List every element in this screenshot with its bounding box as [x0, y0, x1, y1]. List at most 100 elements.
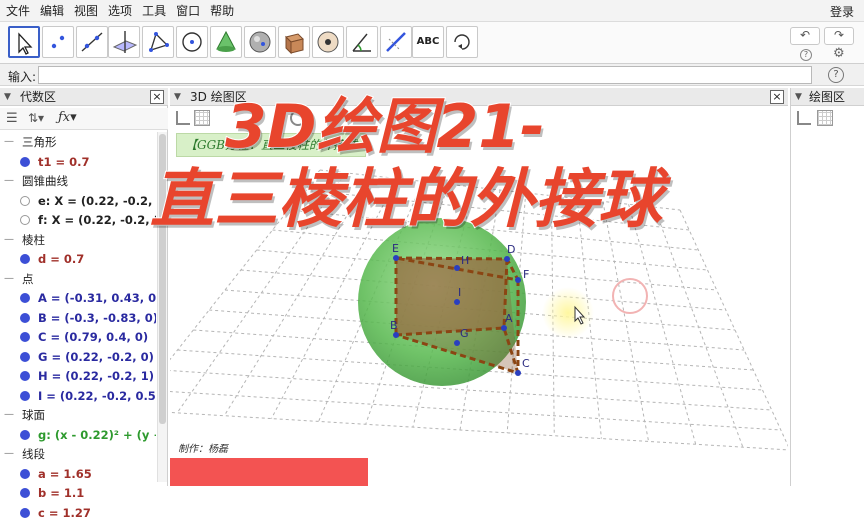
algebra-item[interactable]: e: X = (0.22, -0.2, 0) +: [0, 191, 156, 211]
menu-item-2[interactable]: 视图: [74, 2, 98, 19]
point-label: I: [458, 286, 461, 299]
visibility-toggle[interactable]: [20, 156, 30, 167]
sort-icon[interactable]: ⇅▾: [28, 111, 44, 125]
tool-sphere-button[interactable]: [244, 26, 276, 58]
algebra-item[interactable]: G = (0.22, -0.2, 0): [0, 347, 156, 367]
algebra-item[interactable]: B = (-0.3, -0.83, 0): [0, 308, 156, 328]
menu-item-3[interactable]: 选项: [108, 2, 132, 19]
fx-icon[interactable]: ƒx▾: [58, 110, 77, 125]
visibility-toggle[interactable]: [20, 215, 30, 225]
algebra-item[interactable]: I = (0.22, -0.2, 0.5): [0, 386, 156, 406]
algebra-item[interactable]: H = (0.22, -0.2, 1): [0, 366, 156, 386]
tool-angle-button[interactable]: [346, 26, 378, 58]
menu-item-4[interactable]: 工具: [142, 2, 166, 19]
point-a[interactable]: [501, 325, 507, 331]
algebra-item[interactable]: g: (x - 0.22)² + (y + 0: [0, 425, 156, 445]
tool-move-button[interactable]: [8, 26, 40, 58]
point-b[interactable]: [393, 332, 399, 338]
menu-item-0[interactable]: 文件: [6, 2, 30, 19]
grid-icon[interactable]: [817, 110, 833, 126]
visibility-toggle[interactable]: [20, 371, 30, 381]
visibility-toggle[interactable]: [20, 488, 30, 498]
algebra-item[interactable]: b = 1.1: [0, 483, 156, 503]
tool-text-button[interactable]: ABC: [412, 26, 444, 58]
visibility-toggle[interactable]: [20, 507, 30, 518]
tool-pyramid-button[interactable]: [210, 26, 242, 58]
category-header[interactable]: 点: [0, 269, 156, 289]
collapse-icon[interactable]: ▼: [174, 88, 181, 106]
tool-rotate-view-button[interactable]: [446, 26, 478, 58]
point-c[interactable]: [515, 370, 521, 376]
help-icon[interactable]: ?: [800, 49, 812, 61]
visibility-toggle[interactable]: [20, 351, 30, 362]
collapse-icon[interactable]: ▼: [4, 88, 11, 106]
algebra-item[interactable]: c = 1.27: [0, 503, 156, 523]
category-header[interactable]: 棱柱: [0, 230, 156, 250]
algebra-item[interactable]: d = 0.7: [0, 249, 156, 269]
reflect-icon: [386, 32, 406, 52]
tool-rotate-around-button[interactable]: [312, 26, 344, 58]
visibility-toggle[interactable]: [20, 390, 30, 401]
algebra-item[interactable]: C = (0.79, 0.4, 0): [0, 327, 156, 347]
input-label: 输入:: [8, 70, 37, 84]
category-header[interactable]: 线段: [0, 444, 156, 464]
menu-item-5[interactable]: 窗口: [176, 2, 200, 19]
visibility-toggle[interactable]: [20, 312, 30, 323]
close-icon[interactable]: ×: [770, 90, 784, 104]
tool-reflect-button[interactable]: [380, 26, 412, 58]
undo-button[interactable]: ↶: [790, 27, 820, 45]
circle-icon: [182, 32, 202, 52]
category-header[interactable]: 三角形: [0, 132, 156, 152]
input-help-icon[interactable]: ?: [828, 67, 844, 83]
login-button[interactable]: 登录: [830, 3, 854, 20]
close-icon[interactable]: ×: [150, 90, 164, 104]
algebra-item[interactable]: f: X = (0.22, -0.2, 1): [0, 210, 156, 230]
point-h[interactable]: [454, 265, 460, 271]
toolbar: ABC ↶ ↷? ⚙: [0, 22, 864, 64]
visibility-toggle[interactable]: [20, 195, 30, 206]
category-header[interactable]: 球面: [0, 405, 156, 425]
graphics-view[interactable]: ▼ 绘图区: [790, 88, 864, 486]
gear-icon[interactable]: ⚙: [833, 46, 845, 61]
point-f[interactable]: [515, 277, 521, 283]
tool-polygon-button[interactable]: [142, 26, 174, 58]
rotate-around-icon: [317, 31, 339, 53]
visibility-toggle[interactable]: [20, 468, 30, 479]
algebra-text: g: (x - 0.22)² + (y + 0: [38, 427, 156, 442]
overlay-title-line2: 直三棱柱的外接球: [149, 162, 663, 238]
menu-item-1[interactable]: 编辑: [40, 2, 64, 19]
point-e[interactable]: [393, 255, 399, 261]
axes-icon[interactable]: [176, 111, 190, 125]
tool-line-button[interactable]: [76, 26, 108, 58]
tool-circle-button[interactable]: [176, 26, 208, 58]
tool-perpendicular-button[interactable]: [108, 26, 140, 58]
point-g[interactable]: [454, 340, 460, 346]
visibility-toggle[interactable]: [20, 293, 30, 303]
menu-item-6[interactable]: 帮助: [210, 2, 234, 19]
tool-point-button[interactable]: [42, 26, 74, 58]
algebra-toolbar: ☰ ⇅▾ ƒx▾: [0, 108, 168, 130]
pyramid-icon: [216, 30, 236, 52]
point-d[interactable]: [504, 256, 510, 262]
menu-lines-icon[interactable]: ☰: [6, 111, 18, 126]
redo-button[interactable]: ↷: [824, 27, 854, 45]
algebra-text: 球面: [22, 408, 45, 422]
visibility-toggle[interactable]: [20, 429, 30, 440]
grid-icon[interactable]: [194, 110, 210, 126]
cube-icon: [285, 33, 304, 55]
move-icon: [18, 32, 33, 55]
axes-icon[interactable]: [797, 111, 811, 125]
collapse-icon[interactable]: ▼: [795, 88, 802, 106]
algebra-title: 代数区: [20, 90, 57, 104]
point-label: C: [522, 357, 530, 370]
category-header[interactable]: 圆锥曲线: [0, 171, 156, 191]
algebra-item[interactable]: t1 = 0.7: [0, 152, 156, 172]
visibility-toggle[interactable]: [20, 332, 30, 342]
point-i[interactable]: [454, 299, 460, 305]
algebra-text: d = 0.7: [38, 252, 85, 266]
algebra-text: G = (0.22, -0.2, 0): [38, 349, 154, 364]
algebra-item[interactable]: A = (-0.31, 0.43, 0): [0, 288, 156, 308]
algebra-item[interactable]: a = 1.65: [0, 464, 156, 484]
visibility-toggle[interactable]: [20, 254, 30, 264]
tool-cube-button[interactable]: [278, 26, 310, 58]
